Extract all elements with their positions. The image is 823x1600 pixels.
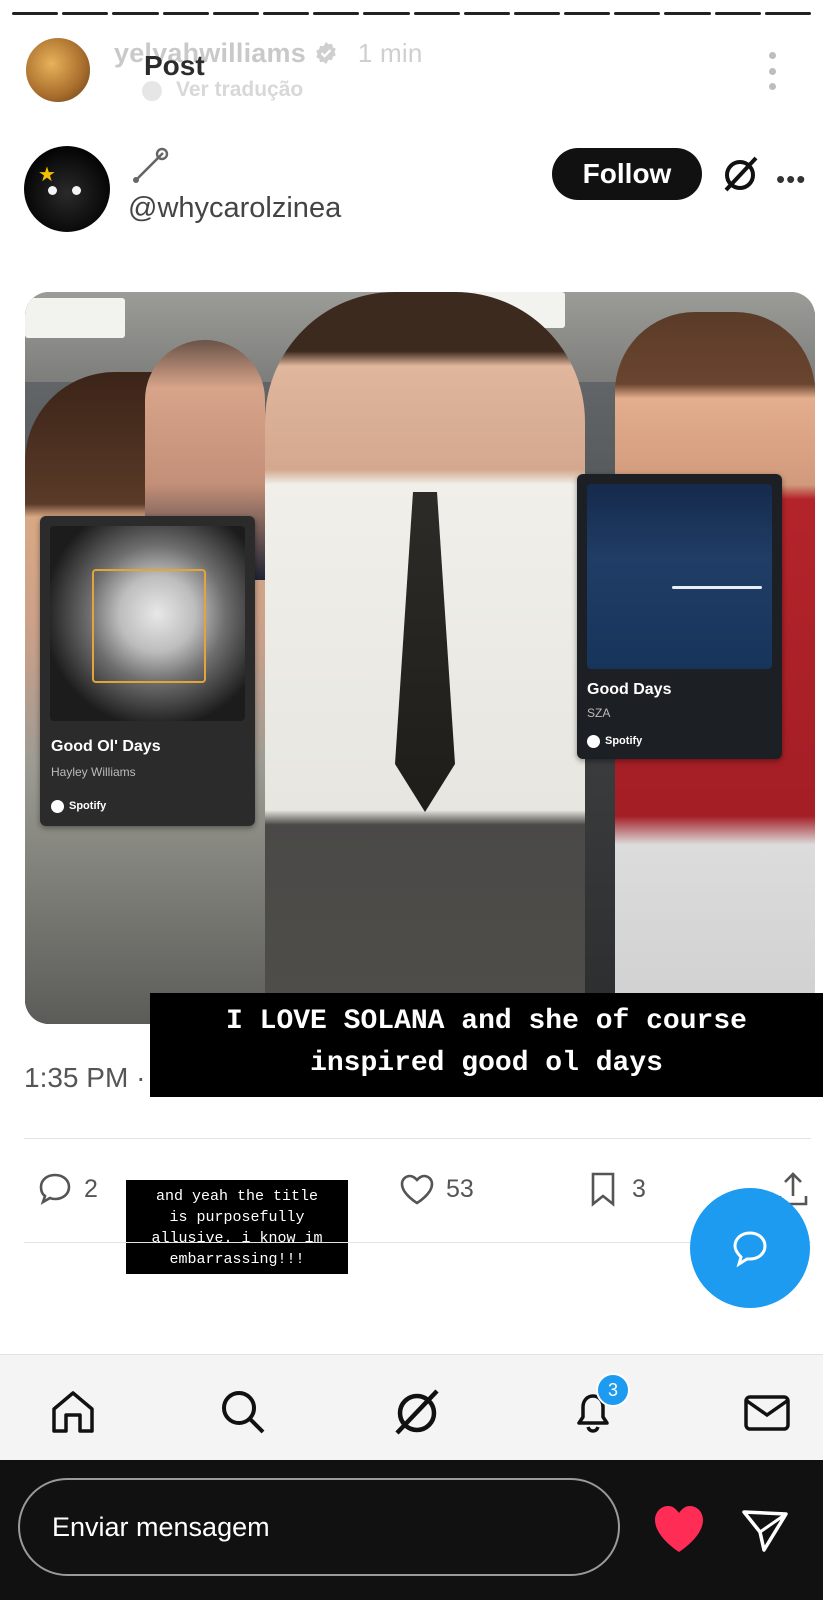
grok-tab-icon[interactable]	[390, 1385, 444, 1439]
card-title: Good Days	[587, 681, 672, 698]
tweet-photo[interactable]: Good Ol' Days Hayley Williams Spotify Go…	[25, 292, 815, 1024]
bottom-tab-bar: 3	[0, 1354, 823, 1460]
story-viewer: yelyahwilliams 1 min Post Ver tradução ★ …	[0, 0, 823, 1460]
caption-line-2: inspired good ol days	[310, 1048, 663, 1079]
follow-button[interactable]: Follow	[552, 148, 702, 200]
reply-icon	[39, 1173, 71, 1205]
sticker-line-3: allusive. i know im	[151, 1230, 323, 1247]
story-time: 1 min	[357, 38, 423, 68]
tweet-handle[interactable]: @whycarolzinea	[128, 192, 341, 225]
verified-badge-icon	[316, 42, 336, 64]
translate-label[interactable]: Ver tradução	[142, 78, 303, 101]
story-options-icon[interactable]	[769, 52, 777, 90]
more-options-icon[interactable]: •••	[776, 164, 806, 195]
story-progress-bar	[12, 12, 811, 15]
message-input[interactable]	[50, 1506, 574, 1548]
like-action[interactable]: 53	[398, 1170, 474, 1208]
story-author-avatar[interactable]	[24, 36, 92, 104]
like-count: 53	[446, 1174, 474, 1203]
reply-action[interactable]: 2	[36, 1170, 98, 1208]
bookmark-count: 3	[632, 1174, 646, 1203]
sticker-line-2: is purposefully	[169, 1209, 305, 1226]
bookmark-icon	[591, 1172, 615, 1207]
heart-icon[interactable]	[652, 1504, 706, 1554]
spotify-icon	[51, 800, 64, 813]
messages-icon[interactable]	[740, 1385, 794, 1439]
face-frame	[92, 569, 206, 683]
card-artist: SZA	[587, 706, 611, 720]
divider	[24, 1138, 811, 1139]
story-username[interactable]: yelyahwilliams	[114, 38, 306, 68]
tweet-timestamp: 1:35 PM ·	[24, 1062, 146, 1093]
card-title: Good Ol' Days	[51, 738, 161, 755]
heart-outline-icon	[400, 1174, 434, 1205]
tweet-author-avatar[interactable]: ★	[24, 146, 110, 232]
story-caption: I LOVE SOLANA and she of course inspired…	[150, 993, 823, 1097]
notifications-badge: 3	[596, 1373, 630, 1407]
bookmark-action[interactable]: 3	[584, 1170, 646, 1208]
album-art-good-days	[587, 484, 772, 669]
spotify-icon	[587, 735, 600, 748]
chat-bubble-icon	[733, 1231, 767, 1268]
sticker-line-1: and yeah the title	[155, 1188, 319, 1205]
spotify-card-good-days[interactable]: Good Days SZA Spotify	[577, 474, 782, 759]
message-composer[interactable]	[18, 1478, 620, 1576]
caption-line-1: I LOVE SOLANA and she of course	[226, 1006, 747, 1037]
spotify-card-good-ol-days[interactable]: Good Ol' Days Hayley Williams Spotify	[40, 516, 255, 826]
card-brand: Spotify	[69, 800, 107, 812]
sticker-line-4: embarrassing!!!	[169, 1251, 305, 1268]
translate-link[interactable]: Ver tradução	[142, 78, 303, 102]
tweet-header: ★ @whycarolzinea Follow •••	[24, 146, 809, 236]
story-text-sticker: and yeah the title is purposefully allus…	[126, 1180, 348, 1274]
search-icon[interactable]	[216, 1385, 270, 1439]
send-icon[interactable]	[740, 1504, 790, 1554]
star-icon: ★	[38, 164, 56, 186]
card-artist: Hayley Williams	[51, 765, 136, 779]
home-icon[interactable]	[46, 1385, 100, 1439]
grok-icon[interactable]	[720, 154, 760, 194]
card-brand: Spotify	[605, 735, 643, 747]
compose-fab[interactable]	[690, 1188, 810, 1308]
album-art-wave	[672, 586, 762, 589]
safety-pin-icon	[133, 147, 169, 183]
translate-icon	[142, 81, 162, 101]
story-header: yelyahwilliams 1 min Post Ver tradução	[24, 36, 803, 106]
reply-count: 2	[84, 1174, 98, 1203]
